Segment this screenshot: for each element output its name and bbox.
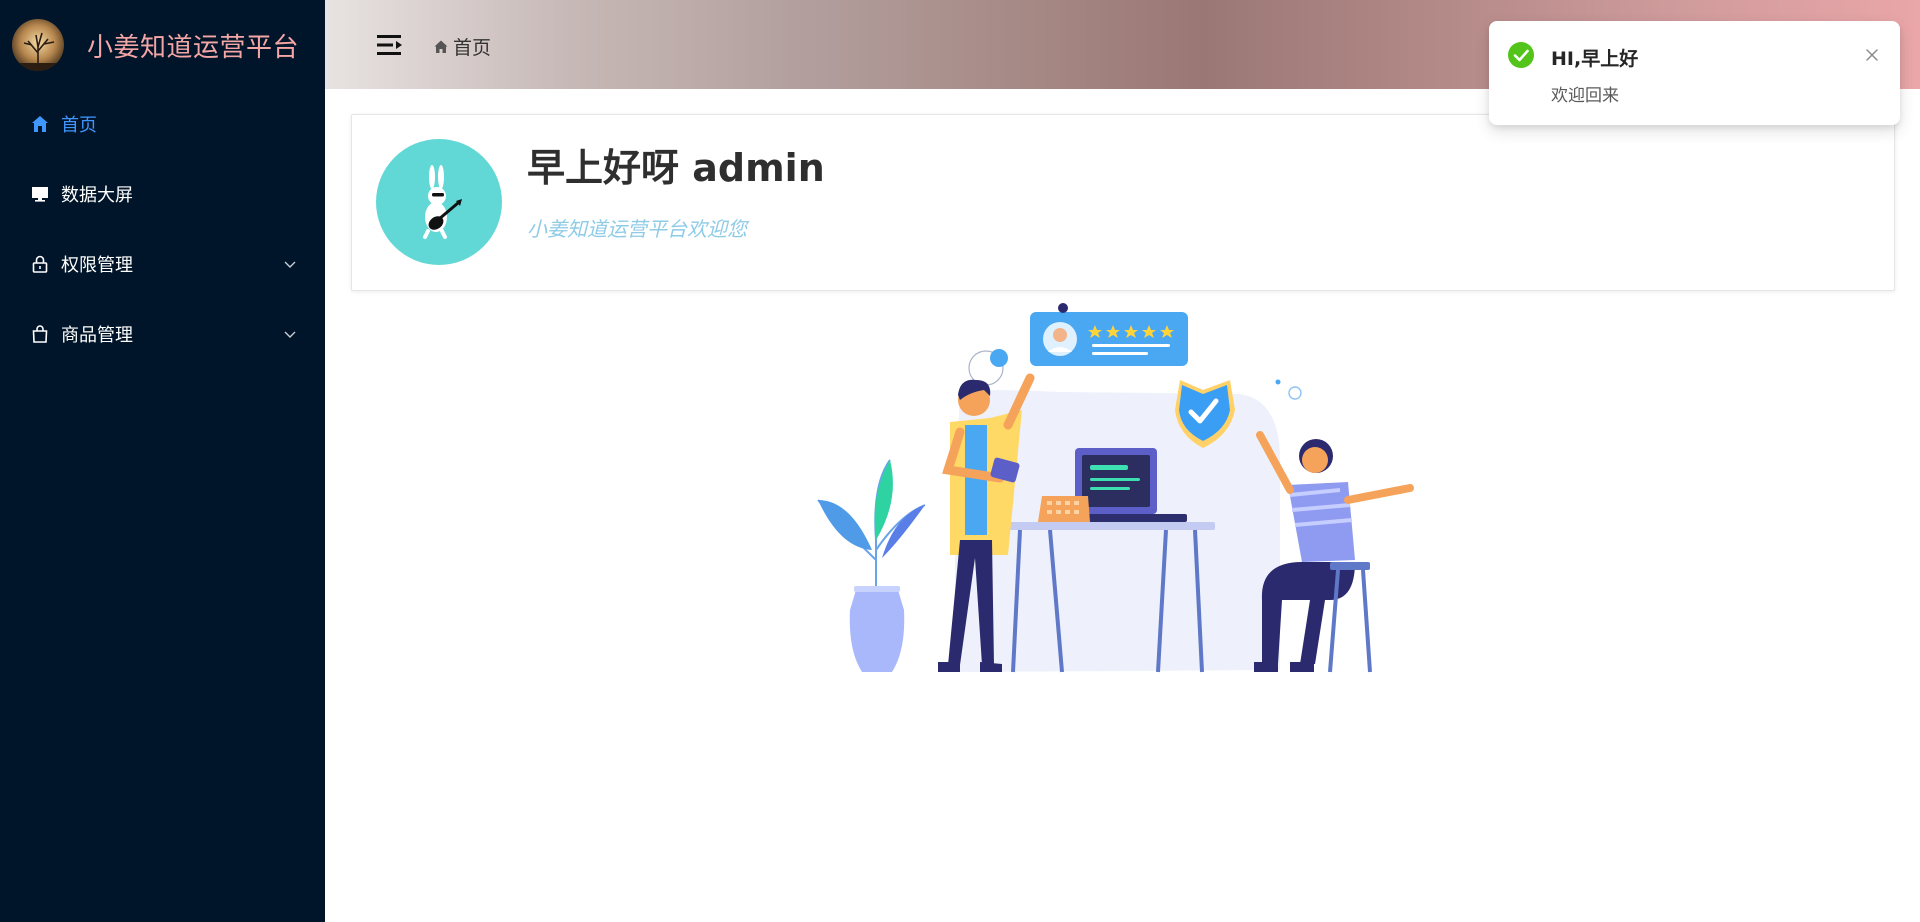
notification-title: HI,早上好 [1551,48,1639,70]
home-icon [434,40,448,53]
greeting-subtitle: 小姜知道运营平台欢迎您 [527,217,747,241]
close-icon[interactable] [1864,47,1880,63]
sidebar-item-permissions[interactable]: 权限管理 [0,236,325,292]
welcome-card: 早上好呀 admin 小姜知道运营平台欢迎您 [351,114,1895,291]
notification-description: 欢迎回来 [1551,86,1619,106]
brand[interactable]: 小姜知道运营平台 [0,0,325,88]
sidebar-item-dashboard[interactable]: 数据大屏 [0,166,325,222]
sidebar-item-label: 商品管理 [61,325,133,346]
sidebar-item-products[interactable]: 商品管理 [0,306,325,362]
sidebar-item-label: 数据大屏 [61,185,133,206]
chevron-down-icon [284,261,296,268]
sidebar-item-label: 权限管理 [61,255,133,276]
notification: HI,早上好 欢迎回来 [1489,21,1900,125]
brand-logo [12,19,64,71]
home-icon [32,116,48,132]
brand-title: 小姜知道运营平台 [87,33,300,63]
greeting-title: 早上好呀 admin [527,146,825,190]
avatar [376,139,502,265]
check-circle-icon [1508,42,1534,68]
breadcrumb-label: 首页 [453,37,492,59]
shopping-bag-icon [32,325,48,343]
sidebar: 小姜知道运营平台 首页 数据大屏 权限管理 商品管理 [0,0,325,922]
lock-icon [32,255,48,273]
monitor-icon [32,187,48,202]
sidebar-item-home[interactable]: 首页 [0,96,325,152]
sidebar-item-label: 首页 [61,115,97,136]
chevron-down-icon [284,331,296,338]
menu-fold-icon[interactable] [377,34,403,56]
welcome-illustration [810,300,1440,680]
breadcrumb[interactable]: 首页 [433,33,491,60]
